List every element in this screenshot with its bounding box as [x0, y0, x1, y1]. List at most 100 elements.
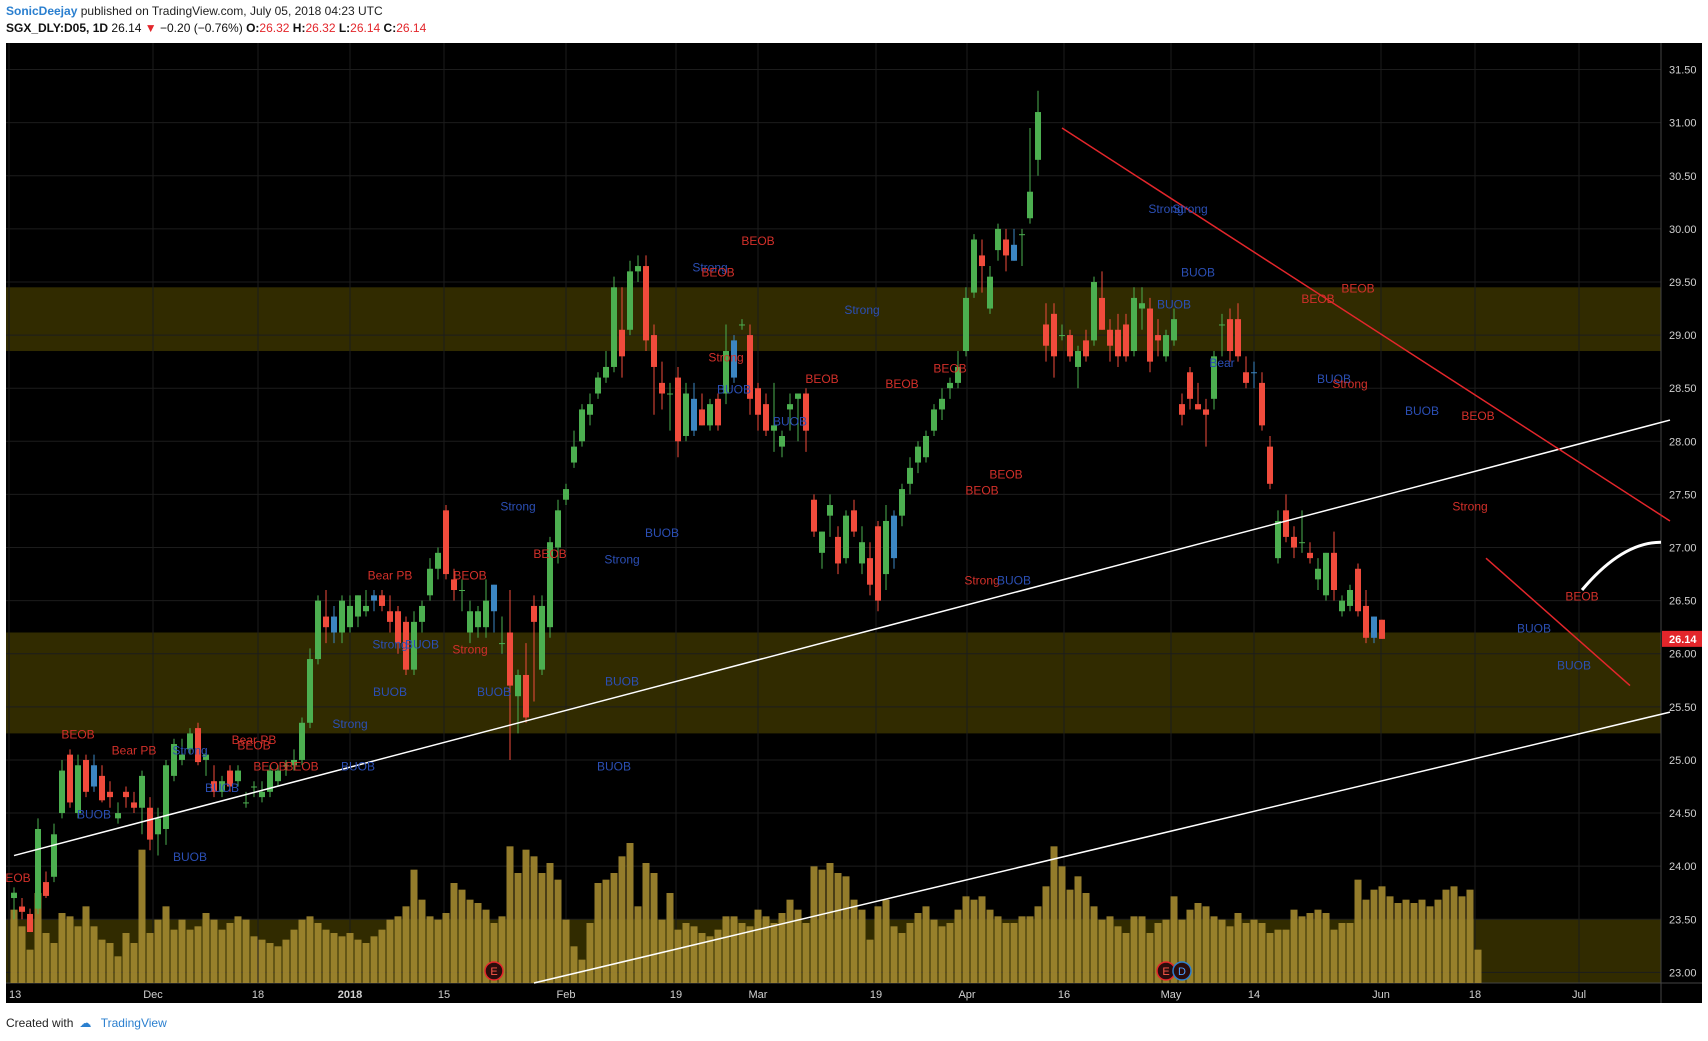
volume-bar: [1322, 913, 1330, 983]
candle-body: [675, 377, 681, 442]
author-link[interactable]: SonicDeejay: [6, 4, 77, 18]
signal-label: BUOB: [341, 760, 375, 774]
candle-body: [571, 446, 577, 463]
candle-body: [563, 489, 569, 500]
volume-bar: [1058, 866, 1066, 983]
volume-bar: [570, 946, 578, 983]
candle-body: [307, 659, 313, 723]
volume-bar: [1018, 916, 1026, 983]
volume-bar: [1034, 906, 1042, 983]
y-tick-label: 30.00: [1669, 224, 1697, 236]
candle-body: [475, 611, 481, 628]
volume-bar: [346, 933, 354, 983]
candle-body: [603, 366, 609, 378]
signal-label: BEOB: [701, 266, 734, 280]
candle-body: [1235, 319, 1241, 357]
volume-bar: [434, 919, 442, 983]
created-with-text: Created with: [6, 1016, 74, 1030]
volume-bar: [162, 906, 170, 983]
volume-bar: [410, 869, 418, 983]
volume-bar: [1098, 919, 1106, 983]
candle-body: [355, 595, 361, 617]
signal-label: BUOB: [205, 781, 239, 795]
candle-body: [1027, 191, 1033, 219]
volume-bar: [378, 929, 386, 983]
candle-body: [619, 329, 625, 357]
y-tick-label: 27.00: [1669, 543, 1697, 555]
tradingview-link[interactable]: TradingView: [101, 1016, 167, 1030]
volume-bar: [274, 946, 282, 983]
volume-bar: [690, 926, 698, 983]
candle-body: [915, 446, 921, 463]
candle-body: [299, 722, 305, 760]
x-tick-label: 16: [1058, 989, 1070, 1001]
volume-bar: [330, 933, 338, 983]
volume-bar: [466, 899, 474, 983]
candle-body: [435, 552, 441, 569]
zone-band-0: [6, 287, 1661, 352]
candle-body: [939, 398, 945, 410]
candle-body: [323, 616, 329, 628]
volume-bar: [1346, 923, 1354, 983]
x-tick-label: 2018: [338, 989, 362, 1001]
candle-body: [611, 287, 617, 367]
signal-label: Bear PB: [368, 568, 413, 582]
candle-body: [363, 605, 369, 612]
candle-body: [419, 605, 425, 622]
signal-label: BUOB: [173, 850, 207, 864]
candle-body: [387, 611, 393, 622]
open-value: 26.32: [259, 21, 290, 35]
candle-body: [659, 382, 665, 394]
signal-label: BUOB: [997, 574, 1031, 588]
candle-body: [59, 770, 65, 814]
volume-bar: [1210, 916, 1218, 983]
price-chart[interactable]: 31.50 31.00 30.50 30.00 29.50 29.00 28.50 28.00…: [0, 43, 1702, 1003]
candle-body: [1267, 446, 1273, 484]
volume-bar: [730, 916, 738, 983]
x-tick-label: 19: [670, 989, 682, 1001]
candle-body: [595, 377, 601, 394]
candle-body: [1163, 335, 1169, 357]
open-label: O:: [246, 21, 260, 35]
signal-label: BEOB: [1461, 409, 1494, 423]
candle-body: [899, 489, 905, 516]
candle-body: [907, 467, 913, 484]
volume-bar: [338, 936, 346, 983]
candle-body: [131, 802, 137, 808]
change-value: −0.20 (−0.76%): [160, 21, 243, 35]
volume-bar: [90, 926, 98, 983]
signal-label: Strong: [964, 574, 999, 588]
x-tick-label: 18: [252, 989, 264, 1001]
candle-body: [483, 600, 489, 628]
volume-bar: [1002, 923, 1010, 983]
signal-label: BEOB: [61, 728, 94, 742]
signal-label: BEOB: [965, 483, 998, 497]
last-price-value: 26.14: [1669, 634, 1697, 646]
candle-body: [1035, 112, 1041, 160]
candle-body: [627, 271, 633, 330]
candle-body: [531, 605, 537, 622]
candle-body: [1171, 319, 1177, 341]
signal-label: BUOB: [773, 414, 807, 428]
signal-label: Strong: [172, 744, 207, 758]
volume-bar: [938, 926, 946, 983]
volume-bar: [970, 899, 978, 983]
chart-panel[interactable]: 31.50 31.00 30.50 30.00 29.50 29.00 28.50 28.00…: [0, 43, 1702, 1003]
candle-body: [1003, 239, 1009, 256]
ohlc-legend: SGX_DLY:D05, 1D 26.14 ▼ −0.20 (−0.76%) O…: [6, 21, 426, 35]
tradingview-logo-icon[interactable]: ☁: [79, 1016, 91, 1030]
candle-body: [995, 228, 1001, 251]
candle-body: [763, 404, 769, 431]
volume-bar: [1426, 906, 1434, 983]
signal-label: BUOB: [405, 637, 439, 651]
candle-body: [851, 510, 857, 532]
volume-bar: [418, 899, 426, 983]
volume-bar: [10, 909, 18, 983]
candle-body: [947, 382, 953, 389]
candle-body: [1091, 281, 1097, 341]
signal-label: Bear PB: [112, 744, 157, 758]
volume-bar: [58, 913, 66, 983]
volume-bar: [1066, 889, 1074, 983]
volume-bar: [754, 909, 762, 983]
volume-bar: [306, 916, 314, 983]
